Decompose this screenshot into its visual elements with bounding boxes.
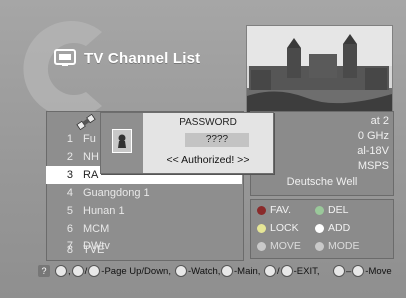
help-separator: , bbox=[68, 265, 71, 277]
color-key-legend: FAV. DEL LOCK ADD MOVE MODE bbox=[250, 199, 394, 259]
list-item[interactable]: 4 Guangdong 1 bbox=[46, 184, 242, 202]
page-title: TV Channel List bbox=[84, 49, 201, 67]
lock-icon bbox=[112, 129, 132, 153]
remote-key-icon bbox=[264, 265, 276, 277]
channel-name: Guangdong 1 bbox=[83, 187, 150, 199]
channel-name: TVE bbox=[83, 244, 105, 256]
help-page: -Page Up/Down, bbox=[101, 265, 171, 277]
logo-c-graphic bbox=[23, 21, 103, 117]
white-dot-icon bbox=[315, 223, 324, 233]
page-header: TV Channel List bbox=[54, 48, 200, 68]
list-item[interactable]: 8 TVE bbox=[46, 241, 242, 259]
frequency-text: 0 GHz bbox=[357, 130, 389, 142]
channel-name: NH bbox=[83, 151, 99, 163]
remote-key-icon bbox=[175, 265, 187, 277]
remote-key-icon bbox=[88, 265, 101, 277]
channel-number: 6 bbox=[66, 223, 73, 235]
password-dialog: PASSWORD ???? << Authorized! >> bbox=[100, 112, 274, 174]
channel-name: RA bbox=[83, 169, 99, 181]
legend-del: DEL bbox=[315, 204, 348, 216]
legend-lock-label: LOCK bbox=[270, 222, 299, 234]
legend-fav-label: FAV. bbox=[270, 204, 292, 216]
channel-number: 1 bbox=[66, 133, 73, 145]
legend-lock: LOCK bbox=[257, 222, 299, 234]
remote-key-icon bbox=[71, 265, 84, 277]
list-item[interactable]: 5 Hunan 1 bbox=[46, 202, 242, 220]
remote-key-icon bbox=[221, 265, 233, 277]
tv-icon bbox=[54, 49, 76, 66]
legend-mode-label: MODE bbox=[328, 240, 360, 252]
gray-dot-icon bbox=[257, 241, 266, 251]
dialog-icon-strip bbox=[101, 113, 143, 173]
channel-number: 8 bbox=[66, 244, 73, 256]
tv-channel-list-screen: TV Channel List 1 Fu 2 NH 3 RA 4 Guangdo… bbox=[0, 0, 406, 298]
legend-move: MOVE bbox=[257, 240, 301, 252]
remote-key-icon bbox=[352, 265, 365, 277]
polarity-text: al-18V bbox=[357, 145, 389, 157]
remote-key-icon bbox=[55, 265, 67, 277]
legend-move-label: MOVE bbox=[270, 240, 301, 252]
channel-name: Fu bbox=[83, 133, 96, 145]
satellite-icon bbox=[76, 113, 96, 131]
help-slash: / bbox=[277, 265, 280, 277]
satellite-text: at 2 bbox=[370, 115, 389, 127]
help-exit: -EXIT, bbox=[293, 265, 320, 277]
channel-preview bbox=[246, 25, 393, 115]
list-item[interactable]: 6 MCM bbox=[46, 220, 242, 238]
channel-name: Hunan 1 bbox=[83, 205, 125, 217]
red-dot-icon bbox=[257, 205, 266, 215]
symbol-rate-text: MSPS bbox=[357, 160, 389, 172]
channel-number: 3 bbox=[66, 169, 73, 181]
channel-number: 4 bbox=[66, 187, 73, 199]
yellow-dot-icon bbox=[257, 223, 266, 233]
legend-mode: MODE bbox=[315, 240, 360, 252]
help-dash: – bbox=[346, 265, 352, 277]
dialog-title: PASSWORD bbox=[179, 117, 237, 128]
help-move: -Move bbox=[365, 265, 392, 277]
help-icon: ? bbox=[38, 265, 50, 277]
legend-add-label: ADD bbox=[328, 222, 351, 234]
remote-key-icon bbox=[280, 265, 293, 277]
auth-status: << Authorized! >> bbox=[166, 154, 250, 166]
legend-fav: FAV. bbox=[257, 204, 291, 216]
channel-number: 2 bbox=[66, 151, 73, 163]
channel-name: MCM bbox=[83, 223, 110, 235]
help-slash: / bbox=[84, 265, 88, 277]
green-dot-icon bbox=[315, 205, 324, 215]
legend-add: ADD bbox=[315, 222, 350, 234]
legend-del-label: DEL bbox=[328, 204, 349, 216]
help-watch: -Watch, bbox=[188, 265, 221, 277]
channel-name-text: Deutsche Well bbox=[286, 176, 358, 188]
help-main: -Main, bbox=[234, 265, 261, 277]
password-input[interactable]: ???? bbox=[185, 133, 249, 147]
remote-key-icon bbox=[333, 265, 345, 277]
gray-dot-icon bbox=[315, 241, 324, 251]
channel-number: 5 bbox=[66, 205, 73, 217]
help-bar: ? , / -Page Up/Down, -Watch, -Main, / -E… bbox=[0, 263, 406, 281]
